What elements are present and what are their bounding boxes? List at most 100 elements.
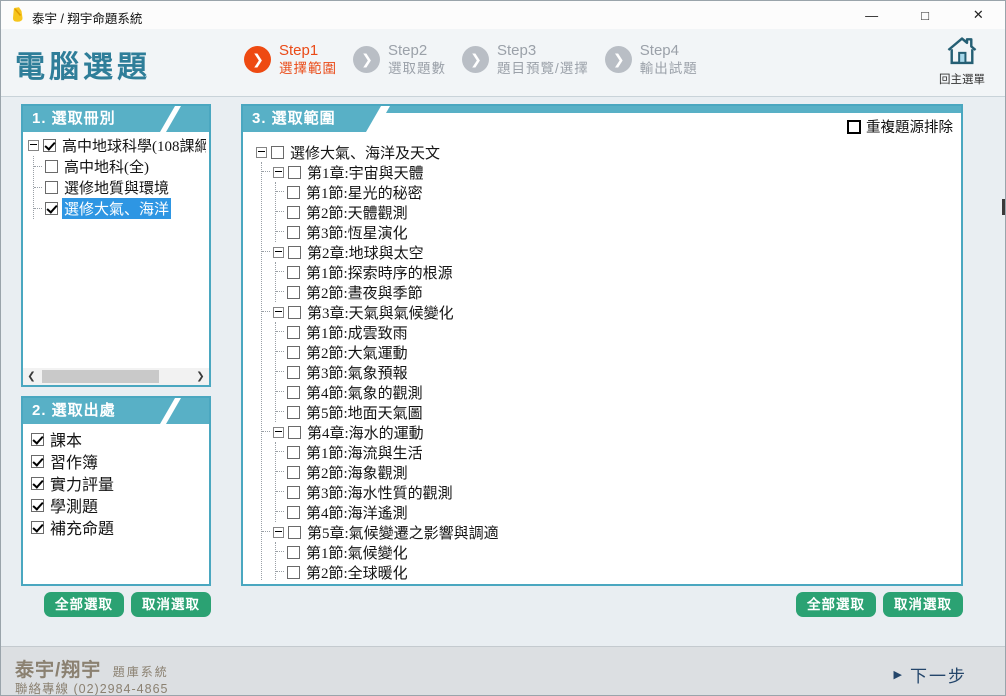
checkbox[interactable] [287,386,300,399]
checkbox[interactable] [287,326,300,339]
checkbox[interactable] [288,166,301,179]
tree-section[interactable]: 第1節:星光的秘密 [276,182,955,202]
checkbox[interactable] [288,246,301,259]
deselect-button[interactable]: 取消選取 [883,592,963,617]
tree-item-label[interactable]: 第1節:探索時序的根源 [304,262,455,283]
tree-section[interactable]: 第5節:地面天氣圖 [276,402,955,422]
tree-item-root[interactable]: 選修大氣、海洋及天文 [256,142,955,162]
tree-section[interactable]: 第1節:成雲致雨 [276,322,955,342]
checkbox[interactable] [287,446,300,459]
tree-item-label[interactable]: 第3章:天氣與氣候變化 [305,302,456,323]
horizontal-scrollbar[interactable]: ❮ ❯ [23,368,209,385]
tree-section[interactable]: 第3節:恆星演化 [276,222,955,242]
tree-item[interactable]: 高中地科(全) [34,156,206,177]
tree-item-label[interactable]: 第2節:天體觀測 [304,202,410,223]
tree-item-label[interactable]: 高中地科(全) [62,156,151,177]
tree-item-label[interactable]: 第2章:地球與太空 [305,242,426,263]
source-label[interactable]: 課本 [48,427,84,451]
checkbox[interactable] [287,466,300,479]
source-item[interactable]: 學測題 [31,494,205,516]
checkbox[interactable] [287,286,300,299]
tree-chapter[interactable]: 第5章:氣候變遷之影響與調適 [262,522,955,542]
deselect-button[interactable]: 取消選取 [131,592,211,617]
tree-section[interactable]: 第4節:氣象的觀測 [276,382,955,402]
tree-section[interactable]: 第2節:天體觀測 [276,202,955,222]
checkbox[interactable] [271,146,284,159]
source-item[interactable]: 補充命題 [31,516,205,538]
checkbox[interactable] [31,499,44,512]
checkbox[interactable] [287,566,300,579]
tree-item-label[interactable]: 選修大氣、海洋 [62,198,171,219]
tree-item-label[interactable]: 選修大氣、海洋及天文 [288,142,442,163]
checkbox[interactable] [287,266,300,279]
tree-item-label[interactable]: 第3節:恆星演化 [304,222,410,243]
exclude-duplicate-option[interactable]: 重複題源排除 [847,116,953,137]
select-all-button[interactable]: 全部選取 [796,592,876,617]
tree-item-label[interactable]: 第5章:氣候變遷之影響與調適 [305,522,501,543]
tree-item-label[interactable]: 第2節:全球暖化 [304,562,410,581]
tree-section[interactable]: 第3節:海水性質的觀測 [276,482,955,502]
scroll-left-icon[interactable]: ❮ [23,371,40,382]
collapse-icon[interactable] [28,140,39,151]
checkbox[interactable] [287,486,300,499]
checkbox[interactable] [288,306,301,319]
checkbox[interactable] [43,139,56,152]
minimize-button[interactable]: — [845,1,898,29]
collapse-icon[interactable] [256,147,267,158]
tree-item-label[interactable]: 高中地球科學(108課綱) [60,135,206,156]
collapse-icon[interactable] [273,527,284,538]
tree-item-label[interactable]: 第1節:海流與生活 [304,442,425,463]
tree-item-label[interactable]: 第2節:大氣運動 [304,342,410,363]
tree-item-label[interactable]: 第3節:海水性質的觀測 [304,482,455,503]
scroll-right-icon[interactable]: ❯ [192,371,209,382]
tree-item-root[interactable]: 高中地球科學(108課綱) [28,135,206,156]
collapse-icon[interactable] [273,167,284,178]
tree-section[interactable]: 第3節:氣象預報 [276,362,955,382]
tree-item-label[interactable]: 第1章:宇宙與天體 [305,162,426,183]
tree-item[interactable]: 選修地質與環境 [34,177,206,198]
exclude-label[interactable]: 重複題源排除 [866,116,953,137]
checkbox[interactable] [847,120,861,134]
source-item[interactable]: 習作簿 [31,450,205,472]
checkbox[interactable] [31,455,44,468]
collapse-icon[interactable] [273,427,284,438]
tree-chapter[interactable]: 第2章:地球與太空 [262,242,955,262]
next-step-button[interactable]: ▶ 下一步 [894,662,967,687]
checkbox[interactable] [287,226,300,239]
tree-item-label[interactable]: 第1節:成雲致雨 [304,322,410,343]
checkbox[interactable] [287,206,300,219]
home-button[interactable]: 回主選單 [931,35,993,87]
source-label[interactable]: 學測題 [48,493,100,517]
close-button[interactable]: ✕ [952,1,1005,29]
source-label[interactable]: 習作簿 [48,449,100,473]
tree-section[interactable]: 第2節:晝夜與季節 [276,282,955,302]
tree-section[interactable]: 第1節:海流與生活 [276,442,955,462]
collapse-icon[interactable] [273,307,284,318]
tree-section[interactable]: 第2節:大氣運動 [276,342,955,362]
source-label[interactable]: 實力評量 [48,471,116,495]
tree-section[interactable]: 第4節:海洋遙測 [276,502,955,522]
tree-item-label[interactable]: 第4章:海水的運動 [305,422,426,443]
checkbox[interactable] [288,426,301,439]
checkbox[interactable] [45,181,58,194]
checkbox[interactable] [31,477,44,490]
checkbox[interactable] [287,506,300,519]
checkbox[interactable] [31,433,44,446]
tree-item-label[interactable]: 第1節:星光的秘密 [304,182,425,203]
tree-section[interactable]: 第2節:全球暖化 [276,562,955,580]
scrollbar-thumb[interactable] [42,370,159,383]
tree-item-label[interactable]: 第1節:氣候變化 [304,542,410,563]
checkbox[interactable] [287,546,300,559]
checkbox[interactable] [288,526,301,539]
tree-chapter[interactable]: 第3章:天氣與氣候變化 [262,302,955,322]
checkbox[interactable] [31,521,44,534]
checkbox[interactable] [287,366,300,379]
tree-item-label[interactable]: 第2節:晝夜與季節 [304,282,425,303]
source-item[interactable]: 課本 [31,428,205,450]
tree-section[interactable]: 第2節:海象觀測 [276,462,955,482]
tree-item-selected[interactable]: 選修大氣、海洋 [34,198,206,219]
tree-section[interactable]: 第1節:探索時序的根源 [276,262,955,282]
tree-item-label[interactable]: 選修地質與環境 [62,177,171,198]
maximize-button[interactable]: □ [898,1,951,29]
tree-item-label[interactable]: 第5節:地面天氣圖 [304,402,425,423]
